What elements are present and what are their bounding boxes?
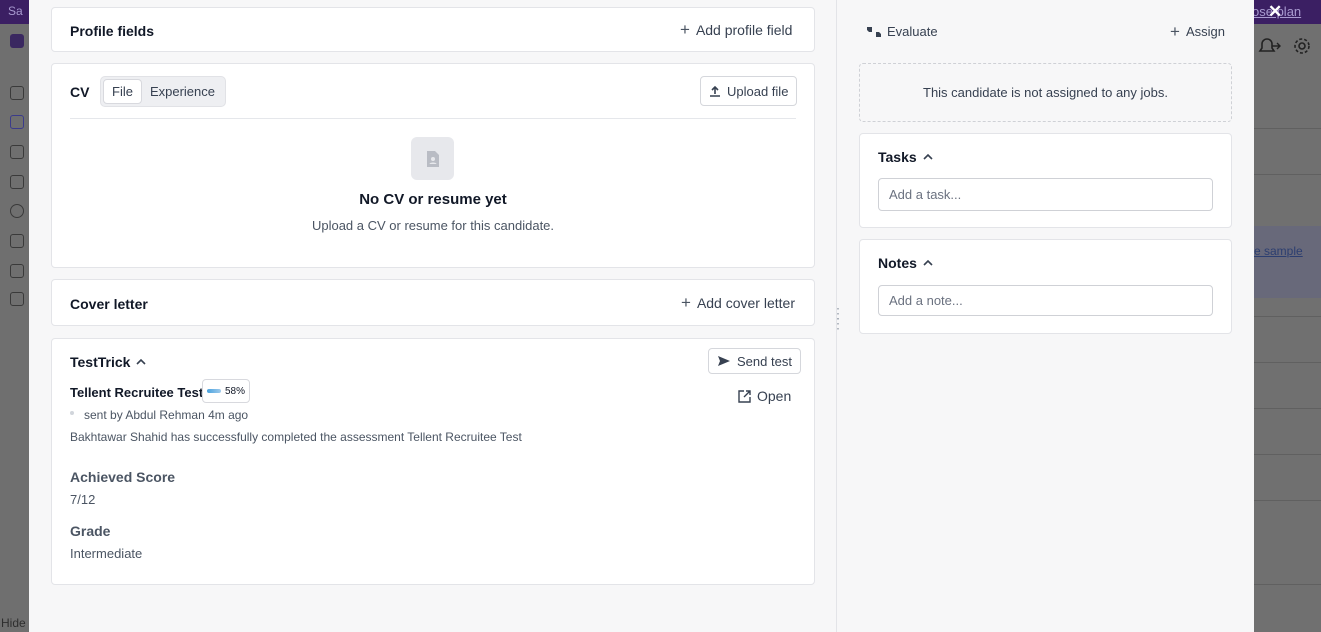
background-topbar-text: Sa (8, 4, 23, 18)
profile-fields-card: Profile fields + Add profile field (51, 7, 815, 52)
chevron-up-icon (136, 358, 147, 365)
hide-sidebar-button[interactable]: Hide (1, 616, 26, 630)
send-test-button[interactable]: Send test (708, 348, 801, 374)
achieved-score-value: 7/12 (70, 492, 96, 507)
candidates-icon[interactable] (10, 115, 24, 129)
feed-icon[interactable] (10, 264, 24, 278)
evaluate-label: Evaluate (887, 24, 938, 39)
score-percent: 58% (225, 385, 246, 397)
external-link-icon (738, 389, 751, 403)
bell-icon[interactable] (1258, 36, 1282, 56)
assessment-message: Bakhtawar Shahid has successfully comple… (70, 430, 522, 444)
assign-label: Assign (1185, 24, 1225, 39)
gear-icon[interactable] (1292, 36, 1312, 56)
chevron-up-icon (923, 153, 933, 160)
header-icons (1258, 36, 1312, 56)
upload-file-button[interactable]: Upload file (700, 76, 798, 106)
cv-card: CV File Experience Upload file No CV or … (51, 63, 815, 268)
plus-icon: + (681, 293, 691, 312)
notes-card: Notes (859, 239, 1232, 334)
score-badge: 58% (202, 379, 251, 403)
grade-value: Intermediate (70, 546, 143, 561)
jobs-icon[interactable] (10, 145, 24, 159)
add-profile-field-button[interactable]: + Add profile field (680, 20, 793, 39)
upload-icon (710, 85, 720, 97)
background-sample-link[interactable]: e sample (1254, 244, 1303, 258)
cover-letter-card: Cover letter + Add cover letter (51, 279, 815, 326)
testtrick-card: TestTrick Send test Tellent Recruitee Te… (51, 338, 815, 585)
evaluate-button[interactable]: Evaluate (866, 24, 938, 39)
tab-file[interactable]: File (103, 79, 142, 104)
home-icon[interactable] (10, 86, 24, 100)
reports-icon[interactable] (10, 204, 24, 218)
cv-view-toggle: File Experience (100, 76, 226, 107)
plus-icon: + (680, 20, 690, 39)
add-task-input[interactable] (878, 178, 1213, 211)
open-test-button[interactable]: Open (738, 388, 791, 404)
close-icon[interactable]: ✕ (1268, 3, 1282, 21)
cover-letter-title: Cover letter (70, 296, 148, 312)
chevron-up-icon (923, 259, 933, 266)
tasks-title: Tasks (878, 149, 917, 165)
background-sidebar: Hide (0, 24, 29, 632)
thumbs-icon (867, 26, 881, 37)
candidate-modal: Profile fields + Add profile field CV Fi… (29, 0, 1254, 632)
send-test-label: Send test (737, 353, 792, 369)
send-icon (718, 356, 730, 366)
assign-button[interactable]: + Assign (1170, 21, 1225, 41)
cv-title: CV (70, 84, 90, 100)
mail-icon[interactable] (10, 175, 24, 189)
no-jobs-message: This candidate is not assigned to any jo… (859, 63, 1232, 122)
tasks-toggle[interactable]: Tasks (878, 149, 933, 165)
candidate-main-panel: Profile fields + Add profile field CV Fi… (29, 0, 836, 632)
notes-title: Notes (878, 255, 917, 271)
achieved-score-label: Achieved Score (70, 469, 176, 485)
open-label: Open (757, 388, 792, 404)
background-content: e sample (1254, 24, 1321, 632)
app-logo-icon (10, 34, 24, 48)
tasks-card: Tasks (859, 133, 1232, 228)
add-profile-field-label: Add profile field (695, 22, 793, 38)
folder-icon[interactable] (10, 234, 24, 248)
store-icon[interactable] (10, 292, 24, 306)
notes-toggle[interactable]: Notes (878, 255, 933, 271)
candidate-side-panel: Evaluate + Assign This candidate is not … (837, 0, 1254, 632)
profile-fields-title: Profile fields (70, 23, 155, 39)
cv-empty-title: No CV or resume yet (359, 191, 507, 208)
plus-icon: + (1170, 21, 1180, 41)
add-cover-letter-label: Add cover letter (696, 295, 795, 311)
testtrick-title: TestTrick (70, 354, 131, 370)
test-name: Tellent Recruitee Test (70, 385, 204, 400)
status-dot (70, 411, 74, 415)
testtrick-toggle[interactable]: TestTrick (70, 354, 147, 370)
sent-by-text: sent by Abdul Rehman 4m ago (84, 408, 249, 422)
grade-label: Grade (70, 523, 111, 539)
add-note-input[interactable] (878, 285, 1213, 316)
testtrick-logo-icon (207, 389, 221, 393)
tab-experience[interactable]: Experience (142, 79, 223, 104)
cv-empty-subtitle: Upload a CV or resume for this candidate… (311, 218, 555, 233)
add-cover-letter-button[interactable]: + Add cover letter (681, 293, 795, 312)
document-icon (411, 137, 454, 180)
upload-file-label: Upload file (727, 83, 789, 99)
